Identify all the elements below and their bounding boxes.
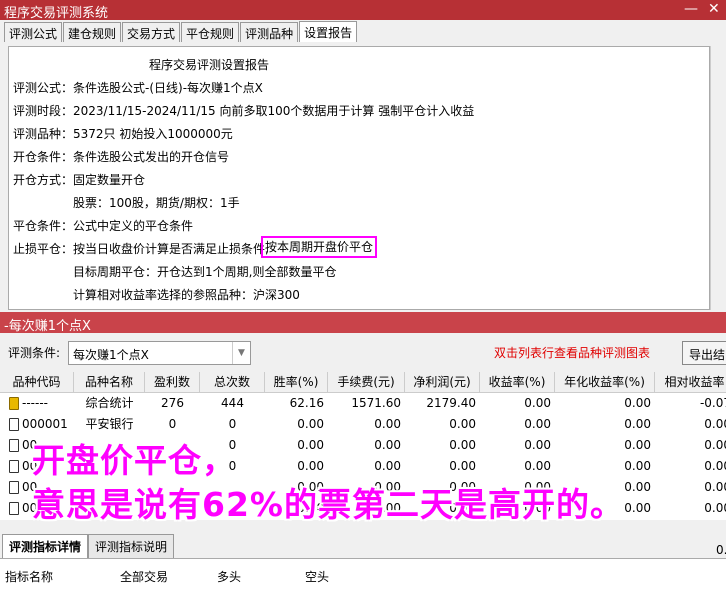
file-icon xyxy=(9,418,19,431)
table-cell: 0.00 xyxy=(704,501,726,515)
table-cell: 0.00 xyxy=(449,438,476,452)
file-icon xyxy=(9,439,19,452)
table-cell: 0.00 xyxy=(655,519,726,520)
cell-code: ------ xyxy=(0,393,74,414)
summary-icon xyxy=(9,397,19,410)
report-line: 开仓方式：固定数量开仓 xyxy=(13,173,146,187)
file-icon xyxy=(9,481,19,494)
export-button[interactable]: 导出结 xyxy=(682,341,726,365)
table-cell: 0.00 xyxy=(374,459,401,473)
column-header[interactable]: 盈利数 xyxy=(145,372,200,393)
metrics-panel: 指标名称 全部交易 多头 空头 xyxy=(0,558,726,592)
table-cell: 0.00 xyxy=(297,459,324,473)
table-cell: 0.00 xyxy=(297,417,324,431)
file-icon xyxy=(9,502,19,515)
report-line: 评测品种：5372只 初始投入1000000元 xyxy=(13,127,233,141)
report-line: 评测公式：条件选股公式-(日线)-每次赚1个点X xyxy=(13,81,263,95)
tab-formula[interactable]: 评测公式 xyxy=(4,22,63,42)
table-row[interactable]: 000001 平安银行 0 0 0.00 0.00 0.00 0.00 0.00 0.00 xyxy=(0,414,726,435)
metric-header: 空头 xyxy=(305,570,330,584)
column-header[interactable]: 品种名称 xyxy=(74,372,145,393)
bottom-right-value: 0. xyxy=(716,543,726,557)
tab-symbols[interactable]: 评测品种 xyxy=(240,22,299,42)
table-cell: 276 xyxy=(161,396,184,410)
bottom-tabs: 评测指标详情 评测指标说明 xyxy=(2,534,175,559)
chevron-down-icon[interactable]: ▼ xyxy=(232,342,250,364)
report-title: 程序交易评测设置报告 xyxy=(149,58,270,72)
table-cell: 0.00 xyxy=(704,480,726,494)
file-icon xyxy=(9,460,19,473)
metric-header: 全部交易 xyxy=(120,570,169,584)
table-cell: 0.00 xyxy=(374,438,401,452)
table-cell: 0.00 xyxy=(449,459,476,473)
table-cell: 444 xyxy=(221,396,244,410)
column-header[interactable]: 净利润(元) xyxy=(405,372,480,393)
report-panel: 程序交易评测设置报告 评测公式：条件选股公式-(日线)-每次赚1个点X 评测时段… xyxy=(8,46,710,310)
column-header[interactable]: 胜率(%) xyxy=(265,372,328,393)
report-line: 目标周期平仓：开仓达到1个周期,则全部数量平仓 xyxy=(13,265,337,279)
table-cell: 0.00 xyxy=(624,417,651,431)
table-cell: 0.00 xyxy=(524,417,551,431)
table-cell: 0 xyxy=(228,417,237,431)
overlay-caption-1: 开盘价平仓， xyxy=(32,441,236,480)
table-cell: 0.00 xyxy=(524,438,551,452)
table-cell: 0.00 xyxy=(297,438,324,452)
title-bar: 程序交易评测系统 — ✕ xyxy=(0,0,726,21)
table-cell: 0.00 xyxy=(624,438,651,452)
table-cell: 综合统计 xyxy=(85,396,134,410)
tab-bar: 评测公式 建仓规则 交易方式 平仓规则 评测品种 设置报告 xyxy=(4,21,358,42)
table-cell: 1571.60 xyxy=(351,396,401,410)
table-row[interactable]: ------ 综合统计 276 444 62.16 1571.60 2179.40 0.00 0… xyxy=(0,393,726,414)
close-button[interactable]: ✕ xyxy=(708,1,720,17)
condition-select[interactable]: 每次赚1个点X ▼ xyxy=(68,341,251,365)
metric-header: 指标名称 xyxy=(5,570,54,584)
table-cell: 0.00 xyxy=(704,459,726,473)
column-header[interactable]: 年化收益率(%) xyxy=(555,372,655,393)
tab-trade-mode[interactable]: 交易方式 xyxy=(122,22,181,42)
table-cell: 0.00 xyxy=(704,438,726,452)
window-title: 程序交易评测系统 xyxy=(4,6,109,21)
table-cell: 平安银行 xyxy=(85,417,134,431)
report-line: 股票：100股，期货/期权：1手 xyxy=(13,196,240,210)
tab-metric-help[interactable]: 评测指标说明 xyxy=(88,534,175,559)
table-cell: 2179.40 xyxy=(426,396,476,410)
table-cell: 0 xyxy=(168,417,177,431)
table-cell: 0.00 xyxy=(524,459,551,473)
table-header: 品种代码 品种名称 盈利数 总次数 胜率(%) 手续费(元) 净利润(元) 收益率(%) 年化收… xyxy=(0,372,726,393)
table-cell: 0.00 xyxy=(704,417,726,431)
tab-close-rules[interactable]: 平仓规则 xyxy=(181,22,240,42)
report-scrollbar[interactable] xyxy=(710,46,724,310)
minimize-button[interactable]: — xyxy=(684,1,698,17)
column-header[interactable]: 收益率(%) xyxy=(480,372,555,393)
table-cell: 0.00 xyxy=(449,417,476,431)
highlighted-text: 按本周期开盘价平仓 xyxy=(261,236,378,258)
tab-metric-details[interactable]: 评测指标详情 xyxy=(2,534,89,559)
table-cell: -0.07 xyxy=(699,396,726,410)
table-cell: 0.00 xyxy=(624,459,651,473)
tab-open-rules[interactable]: 建仓规则 xyxy=(63,22,122,42)
condition-label: 评测条件: xyxy=(8,346,61,360)
tab-report[interactable]: 设置报告 xyxy=(299,21,358,42)
report-line: 计算相对收益率选择的参照品种：沪深300 xyxy=(13,288,300,302)
table-cell: 62.16 xyxy=(289,396,324,410)
table-cell: 0.00 xyxy=(374,417,401,431)
hint-text: 双击列表行查看品种评测图表 xyxy=(494,346,651,360)
condition-value: 每次赚1个点X xyxy=(73,348,149,362)
column-header[interactable]: 品种代码 xyxy=(0,372,74,393)
table-cell: 0.00 xyxy=(524,396,551,410)
overlay-caption-2: 意思是说有62%的票第二天是高开的。 xyxy=(32,485,624,524)
report-line: 评测时段：2023/11/15-2024/11/15 向前多取100个数据用于计… xyxy=(13,104,475,118)
cell-code: 000001 xyxy=(0,414,74,435)
report-line: 平仓条件：公式中定义的平仓条件 xyxy=(13,219,194,233)
column-header[interactable]: 总次数 xyxy=(200,372,265,393)
column-header[interactable]: 手续费(元) xyxy=(328,372,405,393)
metric-header: 多头 xyxy=(217,570,242,584)
table-cell: 0.00 xyxy=(624,396,651,410)
report-line: 开仓条件：条件选股公式发出的开仓信号 xyxy=(13,150,230,164)
report-line: 止损平仓：按当日收盘价计算是否满足止损条件, xyxy=(13,242,269,256)
column-header[interactable]: 相对收益率 xyxy=(655,372,726,393)
subwindow-title: -每次赚1个点X xyxy=(0,312,726,334)
